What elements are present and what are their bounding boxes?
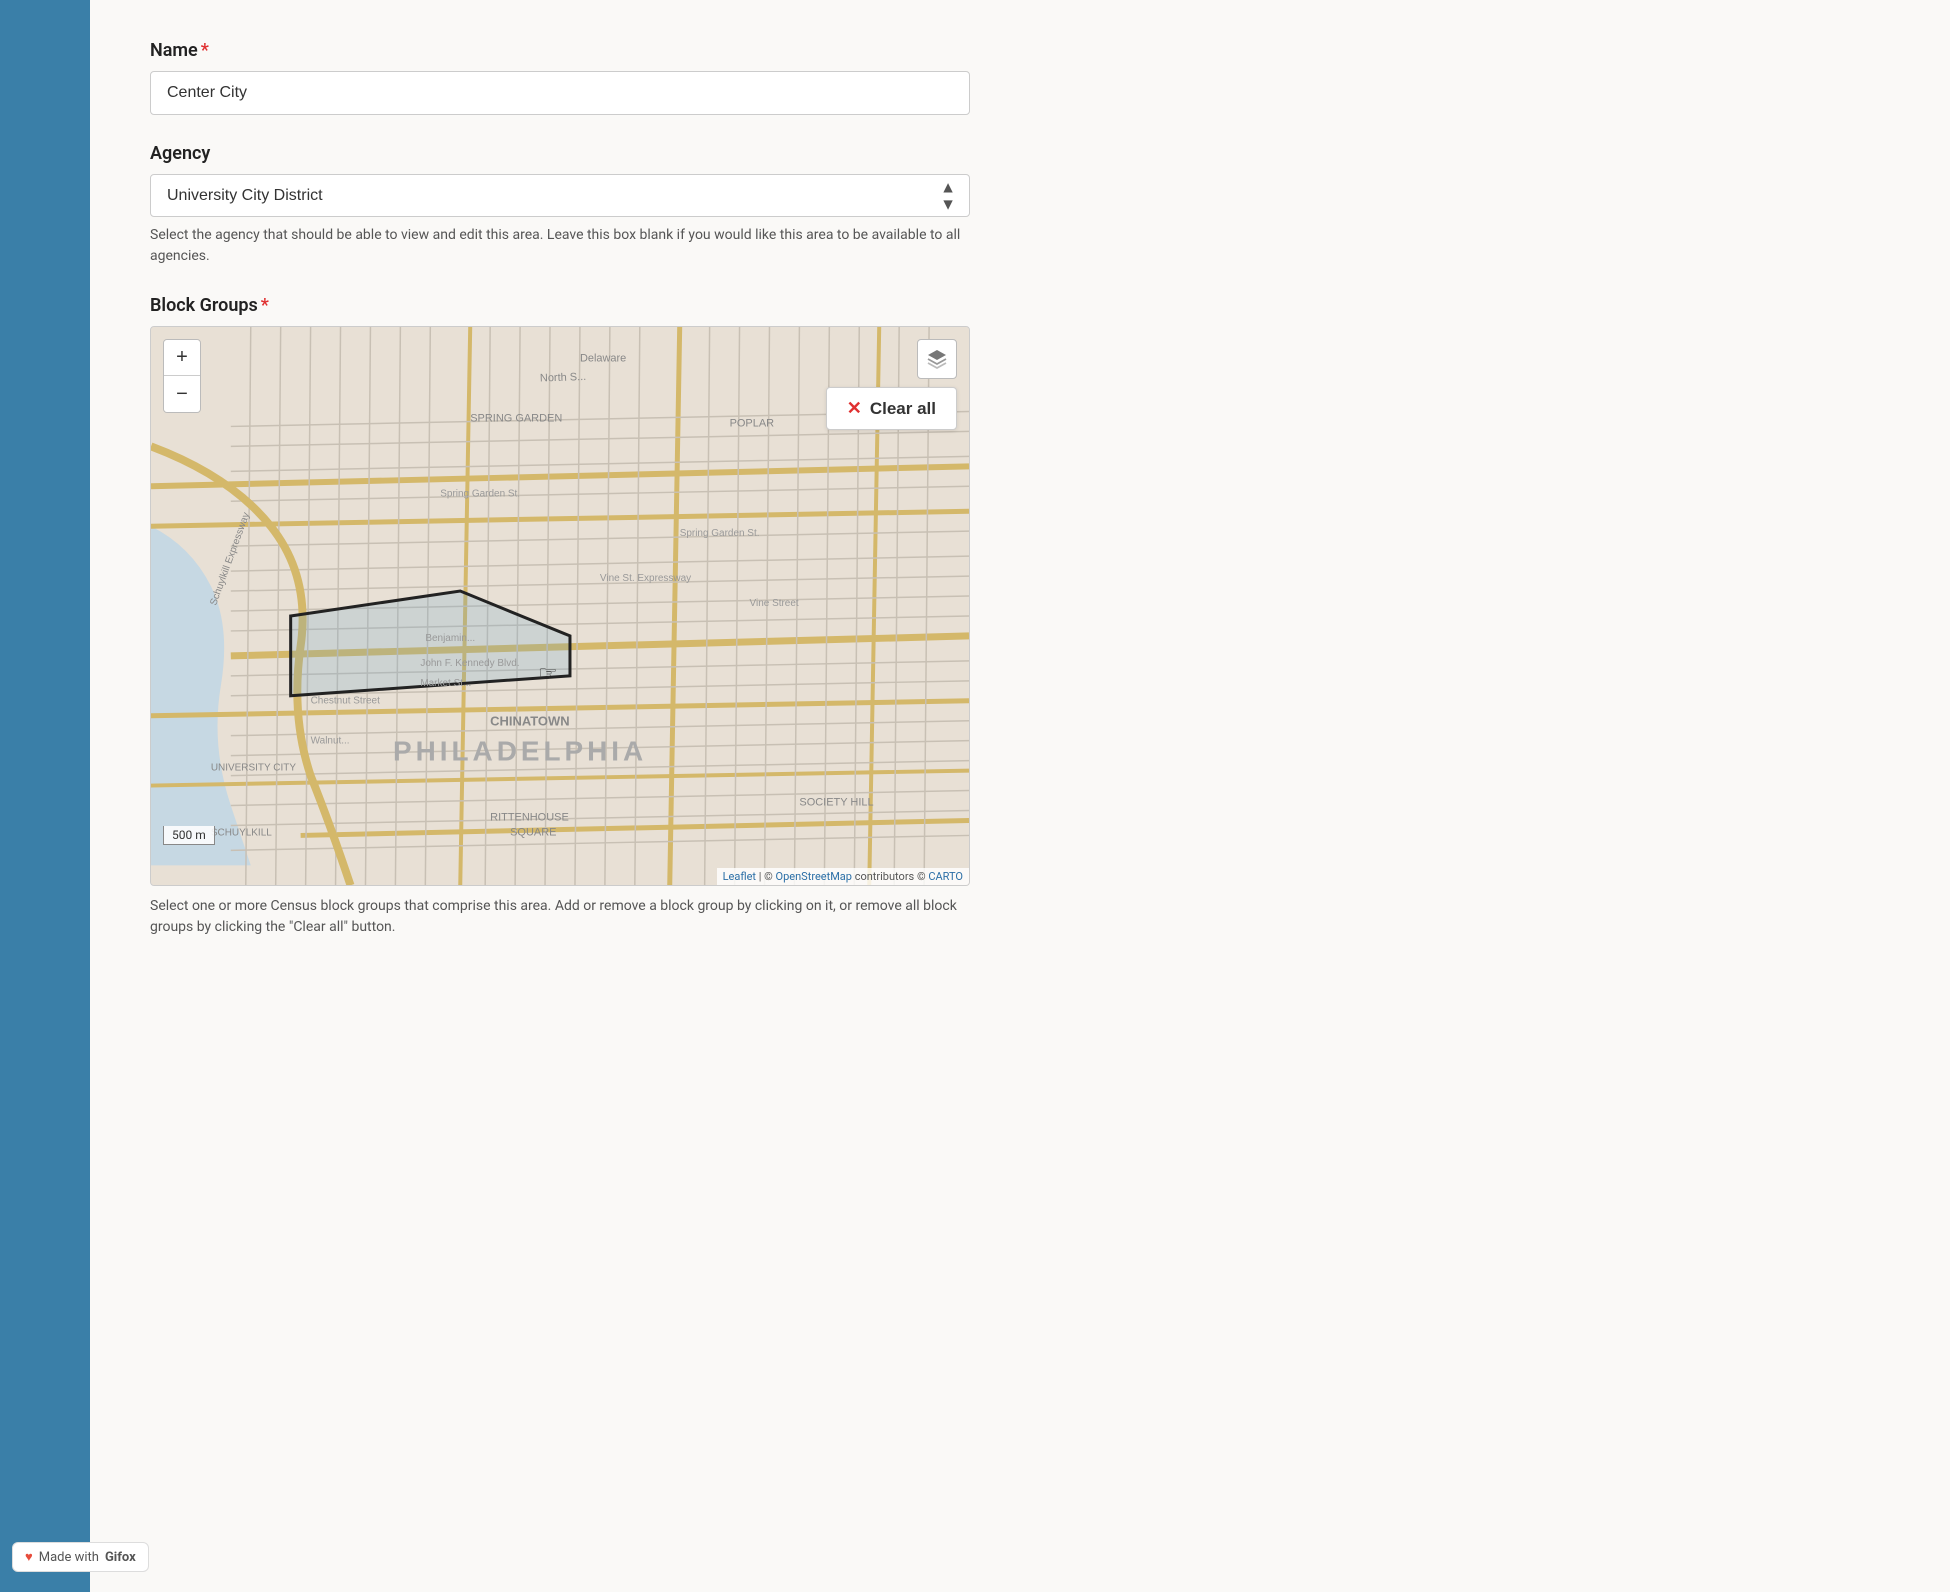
svg-text:Spring Garden St.: Spring Garden St.: [680, 528, 760, 539]
block-groups-field-group: Block Groups *: [150, 295, 970, 938]
form-section: Name * Agency University City District ▲…: [150, 40, 970, 938]
attribution-sep2: contributors ©: [855, 870, 929, 883]
svg-text:North S...: North S...: [540, 371, 587, 385]
agency-label: Agency: [150, 143, 970, 164]
svg-text:Vine Street: Vine Street: [750, 598, 799, 609]
zoom-out-button[interactable]: −: [164, 376, 200, 412]
gifox-made-with: Made with: [39, 1550, 99, 1565]
agency-label-text: Agency: [150, 143, 210, 164]
svg-text:SQUARE: SQUARE: [510, 826, 556, 838]
main-content: Name * Agency University City District ▲…: [90, 0, 1950, 1592]
clear-x-icon: ✕: [847, 398, 862, 419]
map-attribution: Leaflet | © OpenStreetMap contributors ©…: [717, 868, 969, 885]
block-groups-label: Block Groups *: [150, 295, 970, 316]
layer-button[interactable]: [917, 339, 957, 379]
svg-text:UNIVERSITY CITY: UNIVERSITY CITY: [211, 763, 296, 774]
map-zoom-controls: + −: [163, 339, 201, 413]
svg-text:Vine St. Expressway: Vine St. Expressway: [600, 573, 691, 584]
svg-text:Benjamin...: Benjamin...: [425, 633, 475, 644]
gifox-badge: ♥ Made with Gifox: [12, 1542, 149, 1572]
heart-icon: ♥: [25, 1549, 33, 1565]
svg-text:CHINATOWN: CHINATOWN: [490, 714, 569, 729]
block-groups-label-text: Block Groups: [150, 295, 258, 316]
layers-icon: [926, 348, 948, 370]
agency-select-wrapper: University City District ▲ ▼: [150, 174, 970, 217]
svg-text:Market St...: Market St...: [420, 678, 471, 689]
agency-help-text: Select the agency that should be able to…: [150, 225, 970, 267]
svg-text:Spring Garden St.: Spring Garden St.: [440, 488, 520, 499]
agency-select[interactable]: University City District: [150, 174, 970, 217]
clear-all-label: Clear all: [870, 399, 936, 419]
svg-text:☞: ☞: [538, 662, 558, 687]
name-required-star: *: [201, 40, 209, 61]
name-label: Name *: [150, 40, 970, 61]
map-container[interactable]: North S... Delaware Schuylkill Expresswa…: [150, 326, 970, 886]
name-input[interactable]: [150, 71, 970, 115]
svg-text:Chestnut Street: Chestnut Street: [311, 696, 380, 707]
svg-text:PHILADELPHIA: PHILADELPHIA: [393, 736, 647, 767]
attribution-sep1: | ©: [759, 870, 776, 883]
svg-text:SPRING GARDEN: SPRING GARDEN: [470, 412, 562, 424]
svg-text:Walnut...: Walnut...: [311, 736, 350, 747]
block-groups-required-star: *: [261, 295, 269, 316]
name-field-group: Name *: [150, 40, 970, 115]
svg-text:SOCIETY HILL: SOCIETY HILL: [799, 797, 873, 809]
sidebar: [0, 0, 90, 1592]
svg-text:John F. Kennedy Blvd.: John F. Kennedy Blvd.: [420, 658, 519, 669]
leaflet-link[interactable]: Leaflet: [723, 870, 756, 883]
svg-text:SCHUYLKILL: SCHUYLKILL: [211, 827, 272, 838]
block-groups-help-text: Select one or more Census block groups t…: [150, 896, 970, 938]
name-label-text: Name: [150, 40, 198, 61]
scale-indicator: 500 m: [163, 826, 215, 845]
agency-field-group: Agency University City District ▲ ▼ Sele…: [150, 143, 970, 267]
gifox-brand: Gifox: [105, 1550, 136, 1565]
svg-text:Delaware: Delaware: [580, 353, 626, 365]
osm-link[interactable]: OpenStreetMap: [776, 870, 852, 883]
scale-label: 500 m: [172, 828, 206, 842]
zoom-in-button[interactable]: +: [164, 340, 200, 376]
carto-link[interactable]: CARTO: [928, 870, 963, 883]
clear-all-button[interactable]: ✕ Clear all: [826, 387, 957, 430]
svg-text:POPLAR: POPLAR: [730, 417, 775, 429]
svg-text:RITTENHOUSE: RITTENHOUSE: [490, 811, 569, 823]
